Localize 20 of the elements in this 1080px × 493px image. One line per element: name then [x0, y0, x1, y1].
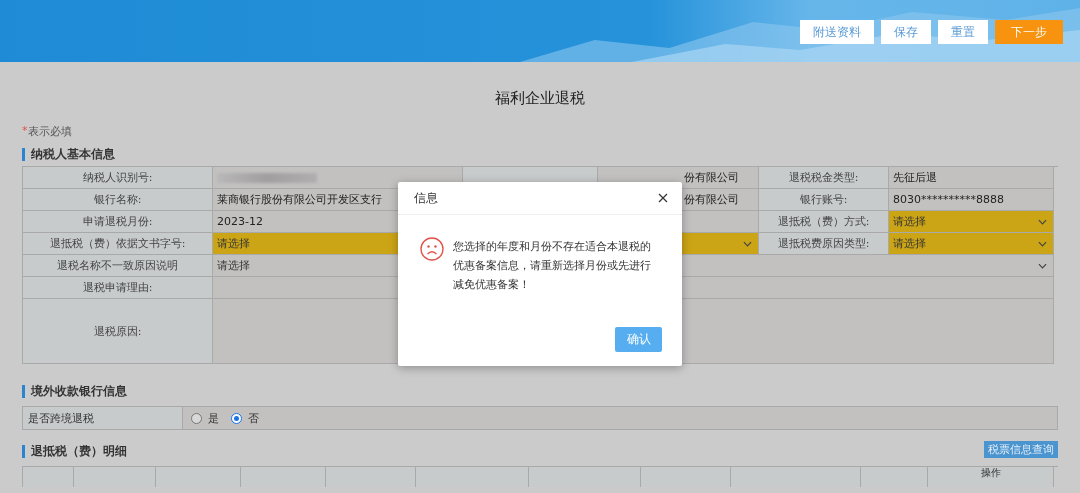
required-note: 表示必填: [27, 124, 72, 139]
field-label: 纳税人识别号:: [23, 167, 213, 189]
page-title: 福利企业退税: [494, 89, 586, 109]
field-label: 申请退税月份:: [23, 211, 213, 233]
field-label: 银行账号:: [759, 189, 889, 211]
dialog-title: 信息: [414, 190, 438, 206]
field-label: 退税原因:: [23, 299, 213, 364]
field-label: 退抵税（费）依据文书字号:: [23, 233, 213, 255]
field-label: 退税申请理由:: [23, 277, 213, 299]
field-label: 退抵税（费）方式:: [759, 211, 889, 233]
required-mark: *: [22, 124, 28, 139]
field-label: 退税税金类型:: [759, 167, 889, 189]
section-title: 纳税人基本信息: [22, 148, 1058, 161]
field-label: 退税名称不一致原因说明: [23, 255, 213, 277]
field-label: 银行名称:: [23, 189, 213, 211]
field-label: 退抵税费原因类型:: [759, 233, 889, 255]
section-title: 境外收款银行信息: [22, 385, 1058, 398]
field-value: 8030**********8888: [889, 189, 1054, 211]
section-title: 退抵税（费）明细: [22, 445, 127, 458]
field-value: 先征后退: [889, 167, 1054, 189]
